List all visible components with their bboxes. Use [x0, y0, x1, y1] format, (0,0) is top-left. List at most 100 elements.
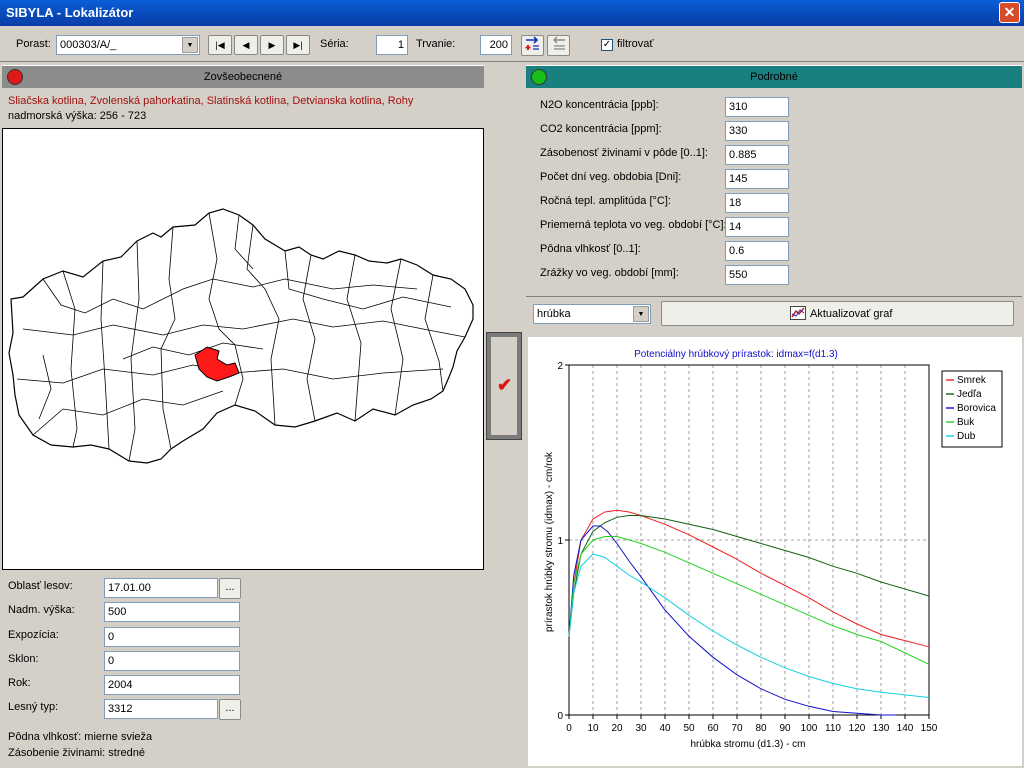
x-tick-label: 90	[779, 723, 791, 734]
param-label: Počet dní veg. obdobia [Dni]:	[540, 171, 682, 183]
porast-select[interactable]: 000303/A/_ ▼	[56, 35, 200, 55]
y-tick-label: 1	[557, 536, 563, 547]
field-input[interactable]: 0	[104, 651, 240, 671]
x-tick-label: 30	[635, 723, 647, 734]
param-input[interactable]: 330	[725, 121, 789, 141]
x-tick-label: 20	[611, 723, 623, 734]
param-input[interactable]: 0.885	[725, 145, 789, 165]
param-input[interactable]: 145	[725, 169, 789, 189]
previous-icon: ◀	[242, 40, 250, 50]
legend-label: Borovica	[957, 403, 996, 414]
remove-series-button[interactable]	[547, 35, 570, 56]
growth-chart: Potenciálny hrúbkový prírastok: idmax=f(…	[528, 337, 1022, 766]
growth-chart-svg: Potenciálny hrúbkový prírastok: idmax=f(…	[544, 349, 1003, 750]
x-tick-label: 10	[587, 723, 599, 734]
x-tick-label: 120	[849, 723, 866, 734]
close-button[interactable]: ✕	[999, 2, 1020, 23]
generalized-panel-header: Zovšeobecnené	[2, 65, 484, 88]
add-series-button[interactable]	[521, 35, 544, 56]
toolbar-divider	[0, 61, 1024, 62]
first-icon: |◀	[215, 40, 225, 50]
field-input[interactable]: 0	[104, 627, 240, 647]
y-axis-label: prírastok hrúbky stromu (idmax) - cm/rok	[544, 451, 555, 632]
altitude-range: nadmorská výška: 256 - 723	[8, 110, 147, 122]
graph-type-value: hrúbka	[537, 308, 571, 320]
params-divider	[526, 296, 1022, 297]
next-icon: ▶	[268, 40, 276, 50]
porast-value: 000303/A/_	[60, 39, 117, 51]
param-input[interactable]: 18	[725, 193, 789, 213]
series-line	[568, 536, 930, 665]
add-series-icon	[525, 36, 539, 50]
detailed-panel-header: Podrobné	[526, 65, 1022, 88]
y-tick-label: 0	[557, 711, 563, 722]
field-input[interactable]: 17.01.00	[104, 578, 218, 598]
param-input[interactable]: 14	[725, 217, 789, 237]
series-line	[568, 509, 930, 648]
update-graph-button[interactable]: Aktualizovať graf	[661, 301, 1014, 326]
seria-input[interactable]: 1	[376, 35, 408, 55]
last-icon: ▶|	[293, 40, 303, 50]
param-label: Priemerná teplota vo veg. období [°C]:	[540, 219, 727, 231]
checkmark-icon: ✔	[497, 375, 513, 395]
legend-label: Buk	[957, 417, 975, 428]
field-label: Oblasť lesov:	[8, 580, 73, 592]
browse-button[interactable]: ...	[219, 578, 241, 599]
field-input[interactable]: 500	[104, 602, 240, 622]
x-tick-label: 100	[801, 723, 818, 734]
filter-label: filtrovať	[617, 38, 654, 50]
param-label: CO2 koncentrácia [ppm]:	[540, 123, 662, 135]
x-tick-label: 60	[707, 723, 719, 734]
x-tick-label: 70	[731, 723, 743, 734]
legend-label: Smrek	[957, 375, 987, 386]
y-tick-label: 2	[557, 361, 563, 372]
chevron-down-icon: ▼	[633, 306, 649, 322]
seria-label: Séria:	[320, 38, 349, 50]
x-tick-label: 50	[683, 723, 695, 734]
field-input[interactable]: 3312	[104, 699, 218, 719]
x-tick-label: 0	[566, 723, 572, 734]
field-label: Expozícia:	[8, 629, 59, 641]
remove-series-icon	[553, 36, 565, 50]
chart-title: Potenciálny hrúbkový prírastok: idmax=f(…	[634, 349, 838, 360]
field-input[interactable]: 2004	[104, 675, 240, 695]
param-label: N2O koncentrácia [ppb]:	[540, 99, 659, 111]
title-bar: SIBYLA - Lokalizátor ✕	[0, 0, 1024, 26]
region-list: Sliačska kotlina, Zvolenská pahorkatina,…	[8, 95, 414, 107]
region-map[interactable]	[2, 128, 484, 570]
param-input[interactable]: 310	[725, 97, 789, 117]
param-input[interactable]: 0.6	[725, 241, 789, 261]
first-record-button[interactable]: |◀	[208, 35, 232, 55]
x-axis-label: hrúbka stromu (d1.3) - cm	[690, 739, 805, 750]
browse-button[interactable]: ...	[219, 699, 241, 720]
param-input[interactable]: 550	[725, 265, 789, 285]
field-label: Rok:	[8, 677, 31, 689]
param-label: Zrážky vo veg. období [mm]:	[540, 267, 679, 279]
x-tick-label: 110	[825, 723, 841, 734]
close-icon: ✕	[1003, 4, 1016, 20]
detailed-panel-title: Podrobné	[750, 71, 798, 83]
x-tick-label: 80	[755, 723, 767, 734]
chevron-down-icon: ▼	[182, 37, 198, 53]
legend-label: Jedľa	[957, 389, 982, 400]
porast-label: Porast:	[16, 38, 51, 50]
next-record-button[interactable]: ▶	[260, 35, 284, 55]
x-tick-label: 140	[897, 723, 914, 734]
series-line	[568, 553, 930, 698]
param-label: Pôdna vlhkosť [0..1]:	[540, 243, 641, 255]
window-title: SIBYLA - Lokalizátor	[6, 5, 134, 20]
graph-type-select[interactable]: hrúbka ▼	[533, 304, 651, 324]
chart-icon	[790, 306, 806, 323]
trvanie-label: Trvanie:	[416, 38, 456, 50]
legend-label: Dub	[957, 431, 976, 442]
previous-record-button[interactable]: ◀	[234, 35, 258, 55]
field-label: Sklon:	[8, 653, 39, 665]
filter-checkbox[interactable]: ✓	[601, 39, 613, 51]
last-record-button[interactable]: ▶|	[286, 35, 310, 55]
generalized-panel-title: Zovšeobecnené	[203, 71, 283, 83]
nutrients-text: Zásobenie živinami: stredné	[8, 747, 145, 759]
slovakia-map-icon	[8, 208, 474, 464]
update-graph-label: Aktualizovať graf	[810, 308, 893, 320]
apply-button[interactable]: ✔	[486, 332, 522, 440]
trvanie-input[interactable]: 200	[480, 35, 512, 55]
